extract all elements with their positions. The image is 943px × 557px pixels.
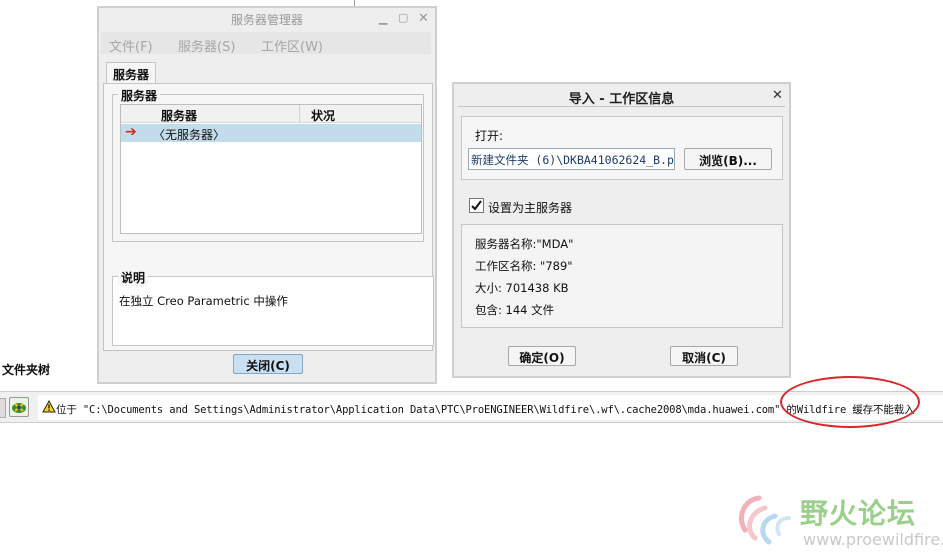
set-primary-checkbox[interactable] — [469, 198, 484, 213]
message-history-toggle[interactable] — [0, 398, 6, 418]
description-text: 在独立 Creo Parametric 中操作 — [119, 294, 288, 308]
close-icon[interactable]: ✕ — [772, 88, 783, 103]
table-row[interactable]: ➔ 〈无服务器〉 — [121, 124, 421, 142]
tab-servers[interactable]: 服务器 — [106, 62, 156, 84]
warning-icon — [42, 400, 56, 413]
column-header-status[interactable]: 状况 — [311, 107, 335, 124]
folder-tree-label: 文件夹树 — [2, 363, 51, 377]
menu-file[interactable]: 文件(F) — [109, 36, 153, 55]
message-log-icon — [12, 403, 26, 413]
menu-workspace[interactable]: 工作区(W) — [261, 36, 323, 55]
menu-server[interactable]: 服务器(S) — [178, 36, 235, 55]
set-primary-label: 设置为主服务器 — [488, 201, 573, 215]
import-dialog-title: 导入 - 工作区信息 — [568, 92, 675, 107]
server-manager-window: 服务器管理器 ▁ ▢ ✕ 文件(F) 服务器(S) 工作区(W) 服务器 服务器… — [97, 6, 437, 384]
import-titlebar[interactable]: 导入 - 工作区信息 ✕ — [454, 84, 789, 107]
server-name-info: 服务器名称:"MDA" — [475, 237, 574, 251]
server-manager-titlebar[interactable]: 服务器管理器 ▁ ▢ ✕ — [99, 8, 435, 30]
watermark-brand: 野火论坛 — [800, 497, 917, 530]
contains-info: 包含: 144 文件 — [475, 303, 555, 317]
close-button[interactable]: 关闭(C) — [233, 354, 303, 374]
watermark-url: www.proewildfire.cn — [803, 530, 943, 549]
servers-group-label: 服务器 — [118, 87, 161, 104]
server-list-header: 服务器 状况 — [121, 105, 421, 123]
cancel-button[interactable]: 取消(C) — [670, 346, 738, 366]
size-info: 大小: 701438 KB — [475, 281, 569, 295]
server-manager-menubar: 文件(F) 服务器(S) 工作区(W) — [101, 32, 431, 55]
workspace-path-field[interactable]: 新建文件夹 (6)\DKBA41062624_B.pws — [468, 148, 675, 170]
active-arrow-icon: ➔ — [125, 124, 137, 140]
description-label: 说明 — [118, 269, 149, 286]
description-group: 在独立 Creo Parametric 中操作 — [112, 276, 434, 346]
workspace-info-panel: 服务器名称:"MDA" 工作区名称: "789" 大小: 701438 KB 包… — [461, 224, 783, 328]
highlight-ellipse — [780, 376, 920, 428]
workspace-name-info: 工作区名称: "789" — [475, 259, 573, 273]
message-log-button[interactable] — [9, 397, 29, 417]
ok-button[interactable]: 确定(O) — [508, 346, 576, 366]
open-label: 打开: — [475, 129, 504, 143]
title-divider — [458, 106, 785, 107]
column-header-server[interactable]: 服务器 — [161, 107, 197, 124]
maximize-icon[interactable]: ▢ — [398, 11, 408, 24]
server-name-cell: 〈无服务器〉 — [153, 128, 226, 142]
server-list[interactable]: 服务器 状况 ➔ 〈无服务器〉 — [120, 104, 422, 234]
server-manager-body: 服务器 服务器 状况 ➔ 〈无服务器〉 在独立 Creo Parametric … — [103, 83, 434, 351]
column-divider[interactable] — [299, 105, 300, 123]
import-workspace-dialog: 导入 - 工作区信息 ✕ 打开: 新建文件夹 (6)\DKBA41062624_… — [452, 82, 791, 378]
forum-logo-icon — [739, 495, 791, 545]
browse-button[interactable]: 浏览(B)... — [684, 148, 772, 170]
close-icon[interactable]: ✕ — [418, 11, 429, 26]
minimize-icon[interactable]: ▁ — [379, 12, 387, 25]
checkmark-icon — [471, 200, 482, 211]
